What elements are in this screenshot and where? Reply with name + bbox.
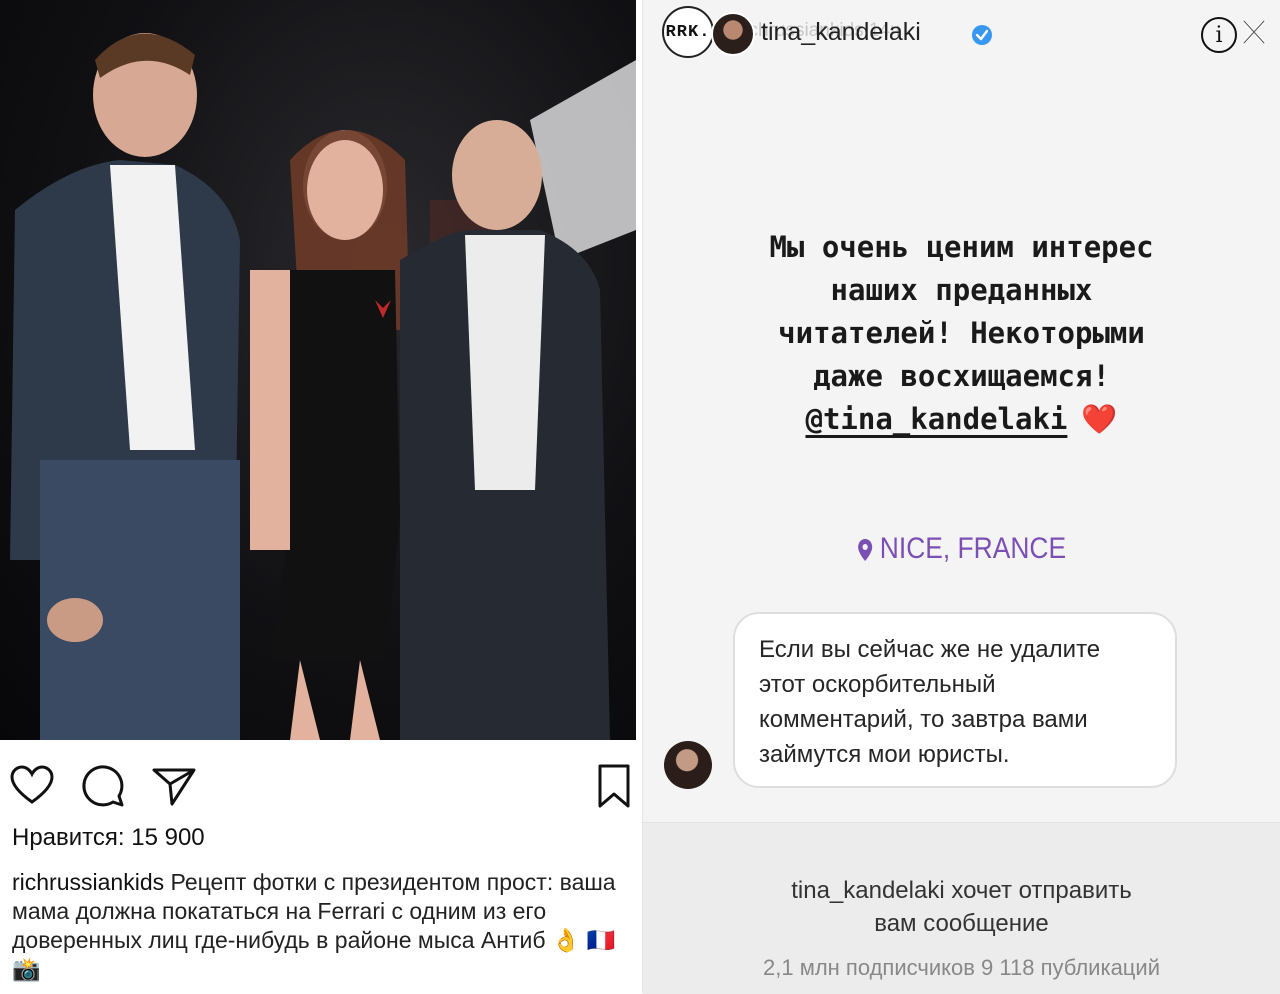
mention-link[interactable]: @tina_kandelaki <box>805 402 1067 436</box>
notice-line1: tina_kandelaki хочет отправить <box>791 877 1132 904</box>
story-text-line: даже восхищаемся! <box>813 359 1110 393</box>
message-bubble: Если вы сейчас же не удалите этот оскорб… <box>733 612 1177 788</box>
verified-badge-icon <box>972 25 992 45</box>
post-actions <box>0 756 642 816</box>
instagram-post: Нравится: 15 900 richrussiankids Рецепт … <box>0 0 642 993</box>
post-photo[interactable] <box>0 0 636 740</box>
heart-emoji: ❤️ <box>1081 402 1118 436</box>
instagram-story: RRK. richrussiankids 14ч tina_kandelaki … <box>643 0 1280 994</box>
likes-count[interactable]: Нравится: 15 900 <box>12 824 205 852</box>
story-text-line: читателей! Некоторыми <box>778 316 1145 350</box>
follower-stats: 2,1 млн подписчиков 9 118 публикаций <box>763 955 1160 980</box>
story-text: Мы очень ценим интерес наших преданных ч… <box>643 226 1280 441</box>
info-icon: i <box>1215 22 1223 48</box>
share-button[interactable] <box>150 762 198 810</box>
comment-button[interactable] <box>78 762 126 810</box>
info-button[interactable]: i <box>1201 17 1237 53</box>
comment-icon <box>82 765 124 807</box>
share-icon <box>152 768 196 806</box>
notice-line2: вам сообщение <box>874 910 1049 937</box>
story-text-line: Мы очень ценим интерес <box>769 230 1154 264</box>
close-icon[interactable] <box>1239 15 1269 49</box>
photo-illustration <box>10 33 636 740</box>
bookmark-icon <box>598 764 630 808</box>
heart-icon <box>10 765 54 804</box>
story-username[interactable]: tina_kandelaki <box>761 18 921 47</box>
sender-avatar[interactable] <box>664 741 712 789</box>
location-pin-icon <box>857 539 872 562</box>
location-sticker[interactable]: NICE, FRANCE <box>681 532 1242 566</box>
mention-line: @tina_kandelaki ❤️ <box>643 398 1280 441</box>
story-text-line: наших преданных <box>830 273 1093 307</box>
story-avatar[interactable] <box>711 12 755 56</box>
story-header: RRK. richrussiankids 14ч tina_kandelaki … <box>643 0 1280 70</box>
caption-username[interactable]: richrussiankids <box>12 869 164 895</box>
location-label: NICE, FRANCE <box>879 532 1067 565</box>
post-caption: richrussiankids Рецепт фотки с президент… <box>12 868 622 984</box>
bookmark-button[interactable] <box>590 762 638 810</box>
rrk-avatar[interactable]: RRK. <box>662 6 714 58</box>
message-request-notice: tina_kandelaki хочет отправить вам сообщ… <box>643 822 1280 994</box>
like-button[interactable] <box>8 762 56 810</box>
